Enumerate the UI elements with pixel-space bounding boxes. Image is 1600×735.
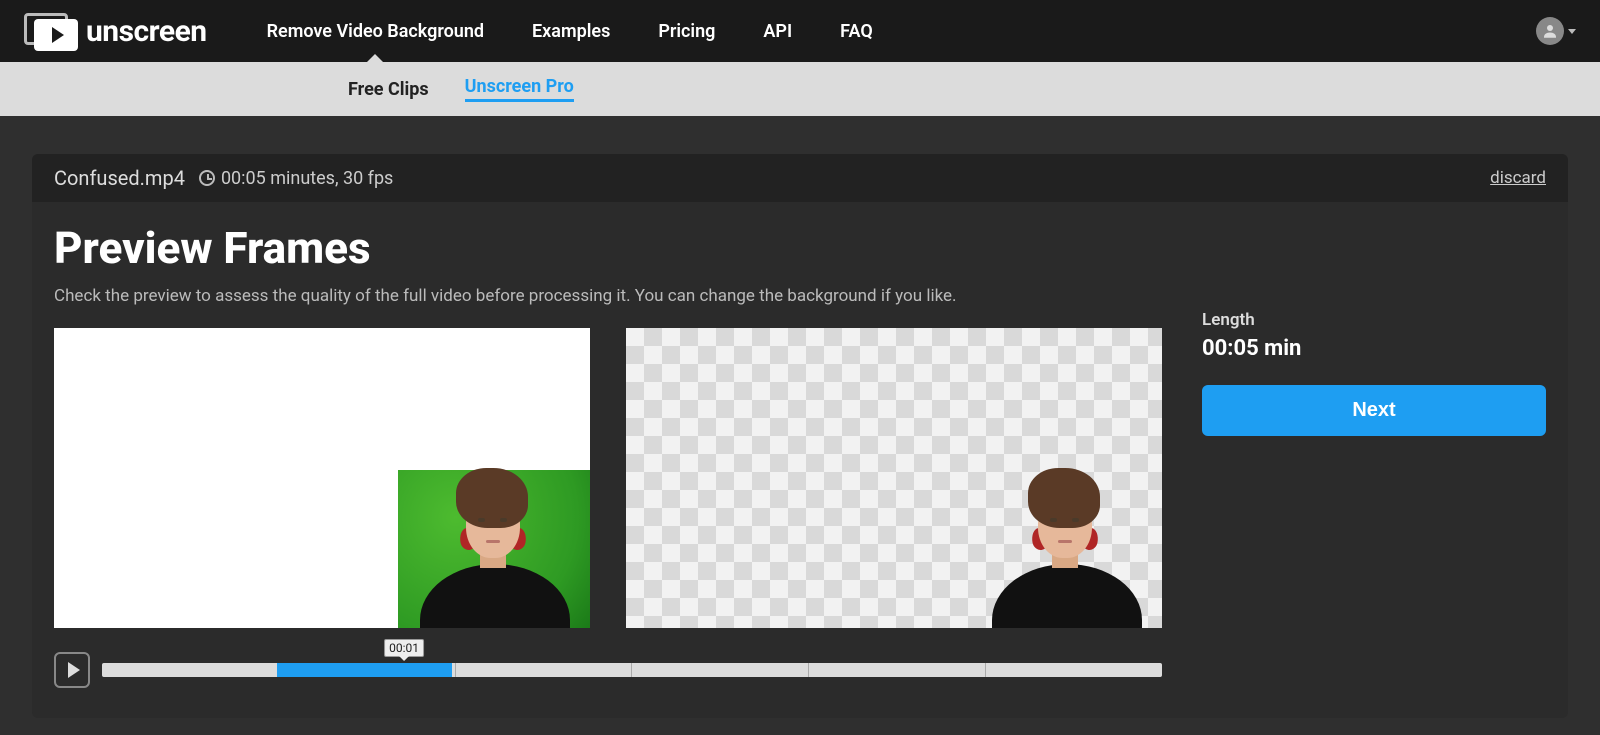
nav-item-label: FAQ	[840, 21, 873, 42]
tab-label: Unscreen Pro	[465, 76, 574, 97]
tab-unscreen-pro[interactable]: Unscreen Pro	[465, 76, 574, 102]
nav-item-label: Examples	[532, 21, 610, 42]
length-value: 00:05 min	[1202, 336, 1546, 361]
discard-link[interactable]: discard	[1490, 168, 1546, 188]
sub-nav: Free Clips Unscreen Pro	[0, 62, 1600, 116]
user-menu[interactable]	[1536, 17, 1576, 45]
nav-links: Remove Video Background Examples Pricing…	[267, 21, 873, 42]
preview-row	[54, 328, 1162, 628]
preview-before	[54, 328, 590, 628]
page-subtitle: Check the preview to assess the quality …	[54, 286, 1162, 306]
nav-api[interactable]: API	[763, 21, 792, 42]
timeline-fill	[277, 663, 452, 677]
nav-item-label: Pricing	[658, 21, 715, 42]
logo[interactable]: unscreen	[24, 13, 207, 49]
left-column: Preview Frames Check the preview to asse…	[54, 222, 1162, 688]
person-before	[408, 468, 578, 628]
tab-free-clips[interactable]: Free Clips	[348, 79, 429, 100]
brand-name: unscreen	[86, 14, 207, 49]
play-button[interactable]	[54, 652, 90, 688]
nav-examples[interactable]: Examples	[532, 21, 610, 42]
play-icon	[68, 662, 80, 678]
right-column: Length 00:05 min Next	[1202, 222, 1546, 688]
preview-after	[626, 328, 1162, 628]
page-title: Preview Frames	[54, 222, 1162, 274]
main: Confused.mp4 00:05 minutes, 30 fps disca…	[0, 116, 1600, 718]
editor-card: Confused.mp4 00:05 minutes, 30 fps disca…	[32, 154, 1568, 718]
tab-label: Free Clips	[348, 79, 429, 100]
chevron-down-icon	[1568, 29, 1576, 34]
timeline-track	[102, 663, 1162, 677]
clock-icon	[199, 170, 215, 186]
nav-faq[interactable]: FAQ	[840, 21, 873, 42]
timeline-marker: 00:01	[384, 639, 424, 657]
logo-icon	[24, 13, 76, 49]
file-name: Confused.mp4	[54, 166, 185, 190]
user-avatar-icon	[1536, 17, 1564, 45]
length-label: Length	[1202, 310, 1546, 330]
timeline-wrap: 00:01	[54, 652, 1162, 688]
nav-remove-video-background[interactable]: Remove Video Background	[267, 21, 484, 42]
nav-item-label: API	[763, 21, 792, 42]
nav-pricing[interactable]: Pricing	[658, 21, 715, 42]
next-button[interactable]: Next	[1202, 385, 1546, 436]
nav-item-label: Remove Video Background	[267, 21, 484, 42]
top-nav: unscreen Remove Video Background Example…	[0, 0, 1600, 62]
timeline[interactable]: 00:01	[102, 663, 1162, 677]
person-after	[980, 468, 1150, 628]
card-header: Confused.mp4 00:05 minutes, 30 fps disca…	[32, 154, 1568, 202]
card-body: Preview Frames Check the preview to asse…	[32, 202, 1568, 718]
file-meta: 00:05 minutes, 30 fps	[221, 168, 393, 189]
